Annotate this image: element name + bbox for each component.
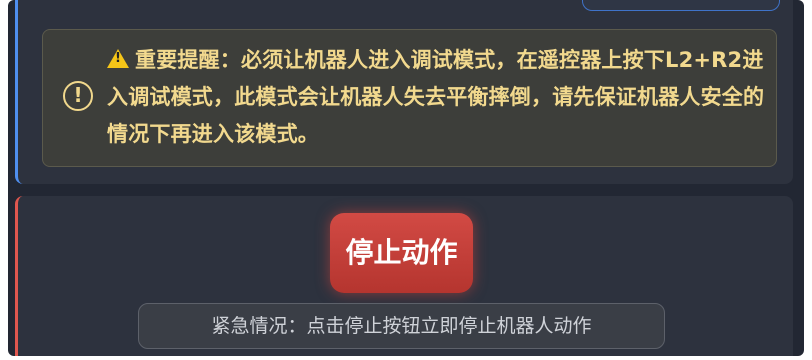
stop-action-button[interactable]: 停止动作: [330, 213, 473, 293]
top-card-edge: [582, 0, 780, 11]
warning-text: 重要提醒：必须让机器人进入调试模式，在遥控器上按下L2+R2进入调试模式，此模式…: [107, 48, 765, 146]
stop-action-card: 停止动作 紧急情况：点击停止按钮立即停止机器人动作: [15, 196, 793, 356]
warning-message: 重要提醒：必须让机器人进入调试模式，在遥控器上按下L2+R2进入调试模式，此模式…: [107, 42, 767, 153]
emergency-note: 紧急情况：点击停止按钮立即停止机器人动作: [138, 303, 665, 349]
exclamation-circle-icon: !: [63, 81, 93, 111]
warning-box: ! 重要提醒：必须让机器人进入调试模式，在遥控器上按下L2+R2进入调试模式，此…: [42, 29, 777, 167]
debug-mode-card: ! 重要提醒：必须让机器人进入调试模式，在遥控器上按下L2+R2进入调试模式，此…: [15, 0, 793, 184]
app-viewport: ! 重要提醒：必须让机器人进入调试模式，在遥控器上按下L2+R2进入调试模式，此…: [8, 0, 804, 356]
warning-triangle-icon: [107, 49, 129, 68]
